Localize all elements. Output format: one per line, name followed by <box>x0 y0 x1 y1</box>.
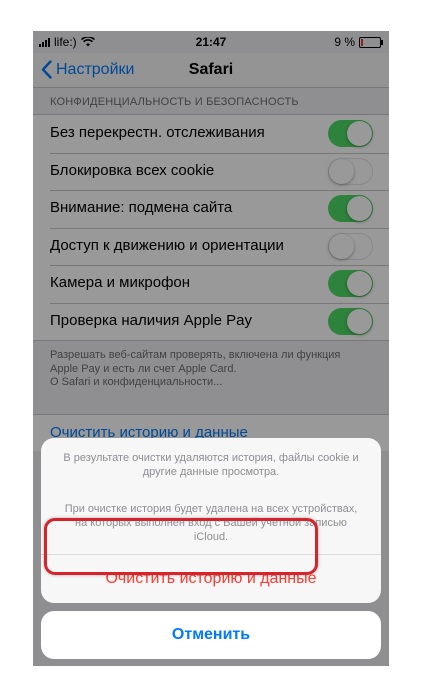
sheet-message-cookies: В результате очистки удаляются история, … <box>41 451 381 479</box>
cancel-button[interactable]: Отменить <box>41 611 381 659</box>
sheet-message-line: другие данные просмотра. <box>142 466 280 478</box>
sheet-message-line: При очистке история будет удалена на все… <box>64 503 358 515</box>
highlight-frame <box>44 518 318 575</box>
sheet-message-line: В результате очистки удаляются история, … <box>63 452 359 464</box>
